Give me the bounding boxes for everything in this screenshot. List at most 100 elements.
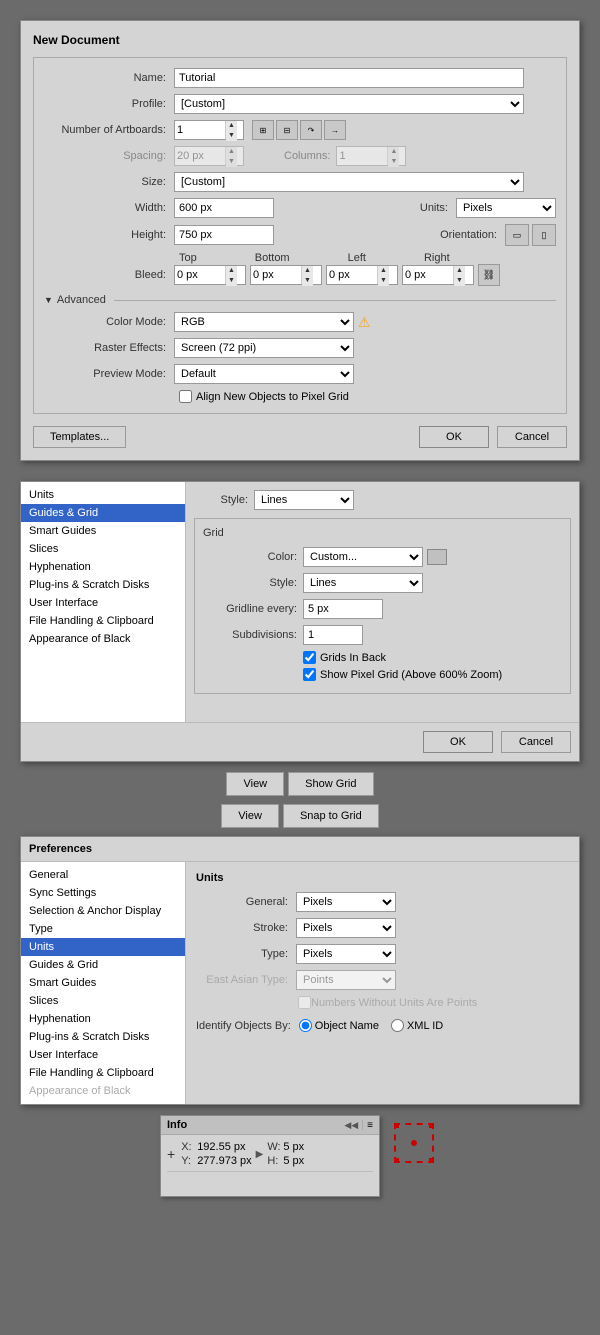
guides-style-select[interactable]: LinesDots — [254, 490, 354, 510]
bleed-bottom-input[interactable] — [251, 269, 301, 281]
portrait-btn[interactable]: ▭ — [505, 224, 529, 246]
raster-select[interactable]: Screen (72 ppi)Medium (150 ppi) — [174, 338, 354, 358]
width-input[interactable] — [174, 198, 274, 218]
artboard-col-btn[interactable]: ↷ — [300, 120, 322, 140]
artboard-arr-btn[interactable]: → — [324, 120, 346, 140]
object-name-radio[interactable] — [299, 1019, 312, 1032]
profile-select[interactable]: [Custom] Print Web Mobile — [174, 94, 524, 114]
link-bleed-btn[interactable]: ⛓ — [478, 264, 500, 286]
sidebar-item-smart-guides[interactable]: Smart Guides — [21, 522, 185, 540]
prefs-sidebar-appearance2[interactable]: Appearance of Black — [21, 1082, 185, 1100]
bleed-bottom-spin[interactable]: ▲ ▼ — [250, 265, 322, 285]
templates-btn[interactable]: Templates... — [33, 426, 126, 448]
guides-cancel-btn[interactable]: Cancel — [501, 731, 571, 753]
prefs-sidebar-slices[interactable]: Slices — [21, 992, 185, 1010]
numbers-checkbox[interactable] — [298, 996, 311, 1009]
spacing-up[interactable]: ▲ — [226, 147, 237, 157]
prefs-sidebar-file2[interactable]: File Handling & Clipboard — [21, 1064, 185, 1082]
prefs-sidebar-sync[interactable]: Sync Settings — [21, 884, 185, 902]
size-select[interactable]: [Custom]LetterA4 — [174, 172, 524, 192]
spacing-input[interactable] — [175, 150, 225, 162]
sidebar-item-units[interactable]: Units — [21, 486, 185, 504]
height-input[interactable] — [174, 225, 274, 245]
bleed-left-input[interactable] — [327, 269, 377, 281]
bleed-top-spin[interactable]: ▲ ▼ — [174, 265, 246, 285]
bleed-right-up[interactable]: ▲ — [454, 266, 465, 276]
guides-ok-btn[interactable]: OK — [423, 731, 493, 753]
new-doc-cancel-btn[interactable]: Cancel — [497, 426, 567, 448]
bleed-right-spin[interactable]: ▲ ▼ — [402, 265, 474, 285]
prefs-sidebar-plugins2[interactable]: Plug-ins & Scratch Disks — [21, 1028, 185, 1046]
object-name-option[interactable]: Object Name — [299, 1019, 379, 1032]
landscape-btn[interactable]: ▯ — [532, 224, 556, 246]
bleed-bottom-down[interactable]: ▼ — [302, 276, 313, 286]
prefs-sidebar-guides[interactable]: Guides & Grid — [21, 956, 185, 974]
bleed-top-down[interactable]: ▼ — [226, 276, 237, 286]
grids-in-back-checkbox[interactable] — [303, 651, 316, 664]
prefs-sidebar-selection[interactable]: Selection & Anchor Display — [21, 902, 185, 920]
bleed-top-input[interactable] — [175, 269, 225, 281]
xml-id-option[interactable]: XML ID — [391, 1019, 443, 1032]
artboards-up[interactable]: ▲ — [226, 121, 237, 131]
snap-grid-btn[interactable]: Snap to Grid — [283, 804, 379, 828]
prefs-sidebar-units[interactable]: Units — [21, 938, 185, 956]
color-mode-select[interactable]: RGBCMYK — [174, 312, 354, 332]
sidebar-item-slices[interactable]: Slices — [21, 540, 185, 558]
grids-in-back-row: Grids In Back — [303, 651, 562, 664]
columns-down[interactable]: ▼ — [388, 157, 399, 167]
new-document-dialog: New Document Name: Profile: [Custom] Pri… — [20, 20, 580, 461]
grid-style-select[interactable]: LinesDots — [303, 573, 423, 593]
prefs-sidebar-smart[interactable]: Smart Guides — [21, 974, 185, 992]
prefs-sidebar-type[interactable]: Type — [21, 920, 185, 938]
info-menu-icon[interactable]: ≡ — [367, 1120, 373, 1131]
bleed-bottom-up[interactable]: ▲ — [302, 266, 313, 276]
prefs-sidebar-hyph[interactable]: Hyphenation — [21, 1010, 185, 1028]
prefs-sidebar-general[interactable]: General — [21, 866, 185, 884]
units-type-select[interactable]: PixelsPoints — [296, 944, 396, 964]
color-swatch[interactable] — [427, 549, 447, 565]
bleed-left-up[interactable]: ▲ — [378, 266, 389, 276]
info-expand-icon[interactable]: ◀◀ — [344, 1120, 358, 1131]
gridline-input[interactable] — [303, 599, 383, 619]
show-pixel-grid-checkbox[interactable] — [303, 668, 316, 681]
sidebar-item-guides-grid[interactable]: Guides & Grid — [21, 504, 185, 522]
columns-up[interactable]: ▲ — [388, 147, 399, 157]
new-doc-ok-btn[interactable]: OK — [419, 426, 489, 448]
name-input[interactable] — [174, 68, 524, 88]
units-stroke-select[interactable]: PixelsPoints — [296, 918, 396, 938]
columns-spinner[interactable]: ▲ ▼ — [336, 146, 406, 166]
bleed-right-input[interactable] — [403, 269, 453, 281]
xml-id-radio[interactable] — [391, 1019, 404, 1032]
grid-color-select[interactable]: Custom...Light Gray — [303, 547, 423, 567]
spacing-down[interactable]: ▼ — [226, 157, 237, 167]
sidebar-item-appearance[interactable]: Appearance of Black — [21, 630, 185, 648]
units-stroke-row: Stroke: PixelsPoints — [196, 918, 569, 938]
spacing-spinner[interactable]: ▲ ▼ — [174, 146, 244, 166]
view-btn-2[interactable]: View — [221, 804, 279, 828]
sidebar-item-ui[interactable]: User Interface — [21, 594, 185, 612]
columns-input[interactable] — [337, 150, 387, 162]
bleed-top-up[interactable]: ▲ — [226, 266, 237, 276]
bleed-left-down[interactable]: ▼ — [378, 276, 389, 286]
view-btn-1[interactable]: View — [226, 772, 284, 796]
sidebar-item-plugins[interactable]: Plug-ins & Scratch Disks — [21, 576, 185, 594]
artboards-spinner[interactable]: ▲ ▼ — [174, 120, 244, 140]
sidebar-item-hyphenation[interactable]: Hyphenation — [21, 558, 185, 576]
units-select[interactable]: PixelsPointsInches — [456, 198, 556, 218]
units-east-select[interactable]: Points — [296, 970, 396, 990]
bleed-left-spin[interactable]: ▲ ▼ — [326, 265, 398, 285]
sidebar-item-file-handling[interactable]: File Handling & Clipboard — [21, 612, 185, 630]
preview-select[interactable]: DefaultPixel — [174, 364, 354, 384]
artboard-row-btn[interactable]: ⊟ — [276, 120, 298, 140]
units-general-select[interactable]: PixelsPoints — [296, 892, 396, 912]
show-grid-btn[interactable]: Show Grid — [288, 772, 373, 796]
prefs-sidebar-ui2[interactable]: User Interface — [21, 1046, 185, 1064]
artboards-down[interactable]: ▼ — [226, 131, 237, 141]
advanced-toggle[interactable]: ▼ — [44, 295, 53, 305]
align-checkbox[interactable] — [179, 390, 192, 403]
artboards-input[interactable] — [175, 124, 225, 136]
bleed-right-down[interactable]: ▼ — [454, 276, 465, 286]
subdivisions-input[interactable] — [303, 625, 363, 645]
artboard-grid-btn[interactable]: ⊞ — [252, 120, 274, 140]
corner-bl — [394, 1158, 399, 1163]
